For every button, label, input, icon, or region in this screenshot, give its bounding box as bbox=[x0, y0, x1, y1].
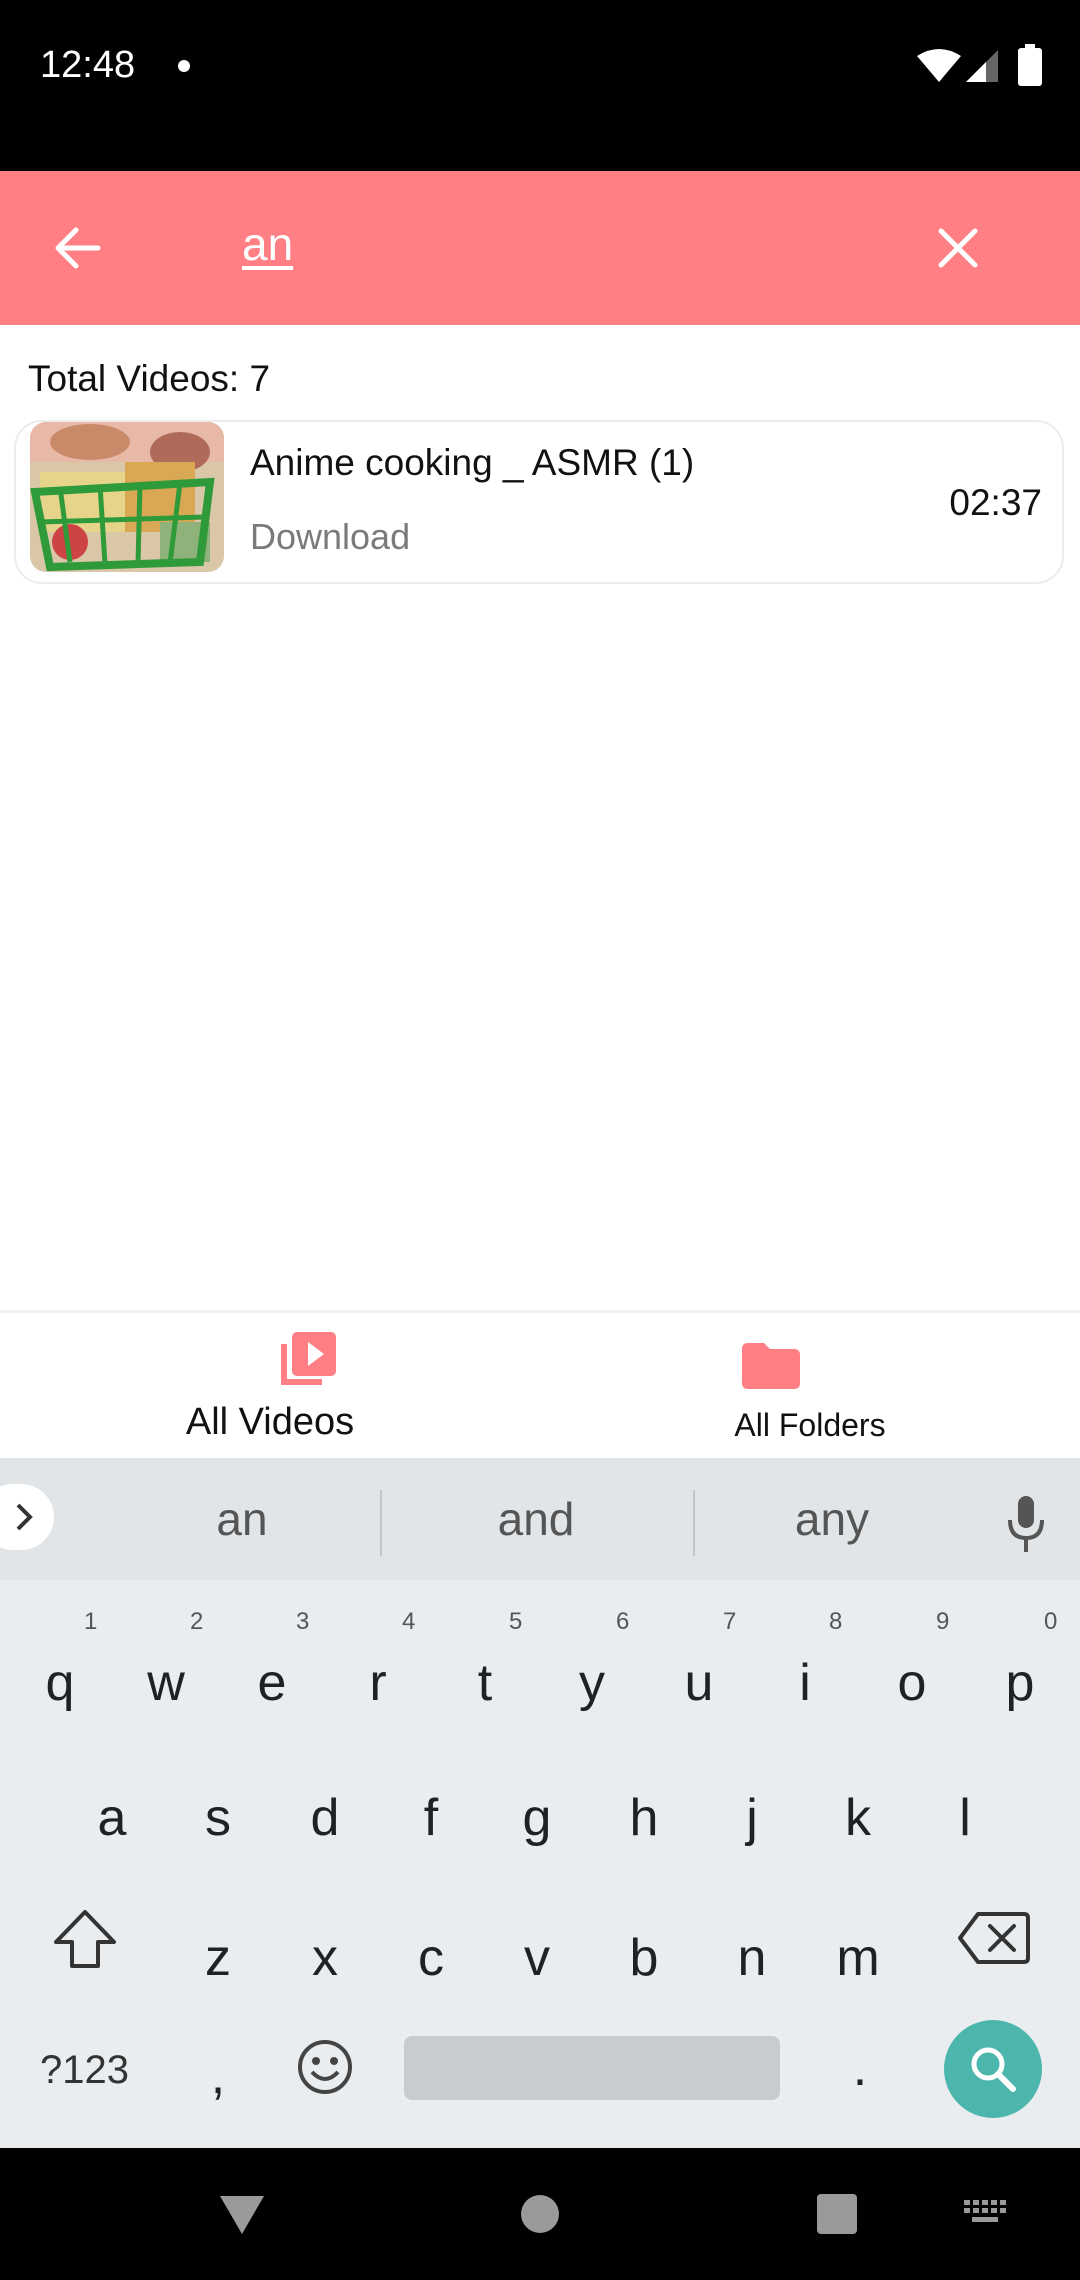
comma-key[interactable]: , bbox=[178, 2046, 258, 2106]
video-library-icon bbox=[281, 1332, 336, 1385]
suggestion-divider bbox=[380, 1490, 382, 1556]
microphone-icon[interactable] bbox=[1006, 1496, 1046, 1554]
expand-toolbar-button[interactable] bbox=[0, 1484, 54, 1550]
key-hint-o: 9 bbox=[936, 1608, 950, 1635]
key-y[interactable]: y bbox=[552, 1653, 632, 1713]
key-k[interactable]: k bbox=[818, 1788, 898, 1848]
shift-key-icon[interactable] bbox=[52, 1908, 118, 1970]
key-r[interactable]: r bbox=[338, 1653, 418, 1713]
home-circle-icon[interactable] bbox=[520, 2194, 560, 2234]
key-hint-w: 2 bbox=[190, 1608, 204, 1635]
total-videos-label: Total Videos: 7 bbox=[28, 358, 271, 399]
battery-icon bbox=[1018, 44, 1042, 86]
key-q[interactable]: q bbox=[20, 1653, 100, 1713]
notification-dot-icon bbox=[178, 60, 190, 72]
key-h[interactable]: h bbox=[604, 1788, 684, 1848]
key-t[interactable]: t bbox=[445, 1653, 525, 1713]
suggestion-3[interactable]: any bbox=[712, 1492, 952, 1546]
video-title: Anime cooking _ ASMR (1) bbox=[250, 442, 695, 483]
key-a[interactable]: a bbox=[72, 1788, 152, 1848]
video-thumbnail bbox=[30, 422, 224, 572]
video-folder: Download bbox=[250, 516, 411, 557]
key-c[interactable]: c bbox=[391, 1928, 471, 1988]
tab-label-all-videos: All Videos bbox=[185, 1401, 355, 1443]
back-arrow-icon[interactable] bbox=[52, 224, 102, 272]
space-key[interactable] bbox=[404, 2036, 780, 2100]
key-hint-e: 3 bbox=[296, 1608, 310, 1635]
key-g[interactable]: g bbox=[497, 1788, 577, 1848]
recents-square-icon[interactable] bbox=[817, 2194, 857, 2234]
key-p[interactable]: p bbox=[980, 1653, 1060, 1713]
key-d[interactable]: d bbox=[285, 1788, 365, 1848]
key-j[interactable]: j bbox=[712, 1788, 792, 1848]
suggestion-2[interactable]: and bbox=[416, 1492, 656, 1546]
clear-search-icon[interactable] bbox=[937, 227, 979, 269]
key-v[interactable]: v bbox=[497, 1928, 577, 1988]
video-list-item[interactable]: Anime cooking _ ASMR (1) Download 02:37 bbox=[14, 420, 1064, 584]
search-input[interactable]: an bbox=[242, 217, 293, 271]
search-icon bbox=[971, 2047, 1016, 2092]
tab-label-all-folders: All Folders bbox=[734, 1407, 886, 1443]
key-hint-r: 4 bbox=[402, 1608, 416, 1635]
symbols-key[interactable]: ?123 bbox=[40, 2048, 129, 2093]
folder-icon bbox=[742, 1343, 800, 1389]
suggestion-divider bbox=[693, 1490, 695, 1556]
key-e[interactable]: e bbox=[232, 1653, 312, 1713]
key-f[interactable]: f bbox=[391, 1788, 471, 1848]
soft-keyboard: an and any ?123 , . q1w2e3r4t5y6 u 7 i 8… bbox=[0, 1458, 1080, 2148]
key-x[interactable]: x bbox=[285, 1928, 365, 1988]
keyboard-switch-icon[interactable] bbox=[964, 2200, 1008, 2230]
emoji-icon[interactable] bbox=[296, 2038, 354, 2096]
search-key[interactable] bbox=[944, 2020, 1042, 2118]
suggestion-1[interactable]: an bbox=[122, 1492, 362, 1546]
period-key[interactable]: . bbox=[820, 2038, 900, 2098]
key-u[interactable]: u bbox=[659, 1653, 739, 1713]
system-navigation-bar bbox=[0, 2148, 1080, 2280]
key-m[interactable]: m bbox=[818, 1928, 898, 1988]
key-hint-p: 0 bbox=[1044, 1608, 1058, 1635]
tab-all-folders[interactable]: All Folders bbox=[540, 1313, 1080, 1461]
key-o[interactable]: o bbox=[872, 1653, 952, 1713]
key-hint-t: 5 bbox=[509, 1608, 523, 1635]
status-time: 12:48 bbox=[40, 44, 136, 86]
key-n[interactable]: n bbox=[712, 1928, 792, 1988]
key-hint-i: 8 bbox=[829, 1608, 843, 1635]
cell-signal-icon bbox=[966, 50, 998, 82]
video-duration: 02:37 bbox=[949, 482, 1042, 523]
tab-all-videos[interactable]: All Videos bbox=[0, 1313, 540, 1461]
key-hint-u: 7 bbox=[723, 1608, 737, 1635]
suggestion-strip: an and any bbox=[0, 1458, 1080, 1580]
key-w[interactable]: w bbox=[126, 1653, 206, 1713]
chevron-right-icon bbox=[16, 1503, 33, 1531]
key-z[interactable]: z bbox=[178, 1928, 258, 1988]
wifi-icon bbox=[917, 49, 961, 82]
bottom-navigation: All Videos All Folders bbox=[0, 1310, 1080, 1461]
key-hint-y: 6 bbox=[616, 1608, 630, 1635]
key-b[interactable]: b bbox=[604, 1928, 684, 1988]
key-hint-q: 1 bbox=[84, 1608, 98, 1635]
status-bar: 12:48 bbox=[0, 0, 1080, 171]
back-triangle-icon[interactable] bbox=[218, 2194, 266, 2236]
key-l[interactable]: l bbox=[925, 1788, 1005, 1848]
search-toolbar: an bbox=[0, 171, 1080, 325]
key-s[interactable]: s bbox=[178, 1788, 258, 1848]
backspace-icon[interactable] bbox=[958, 1910, 1030, 1966]
key-i[interactable]: i bbox=[765, 1653, 845, 1713]
